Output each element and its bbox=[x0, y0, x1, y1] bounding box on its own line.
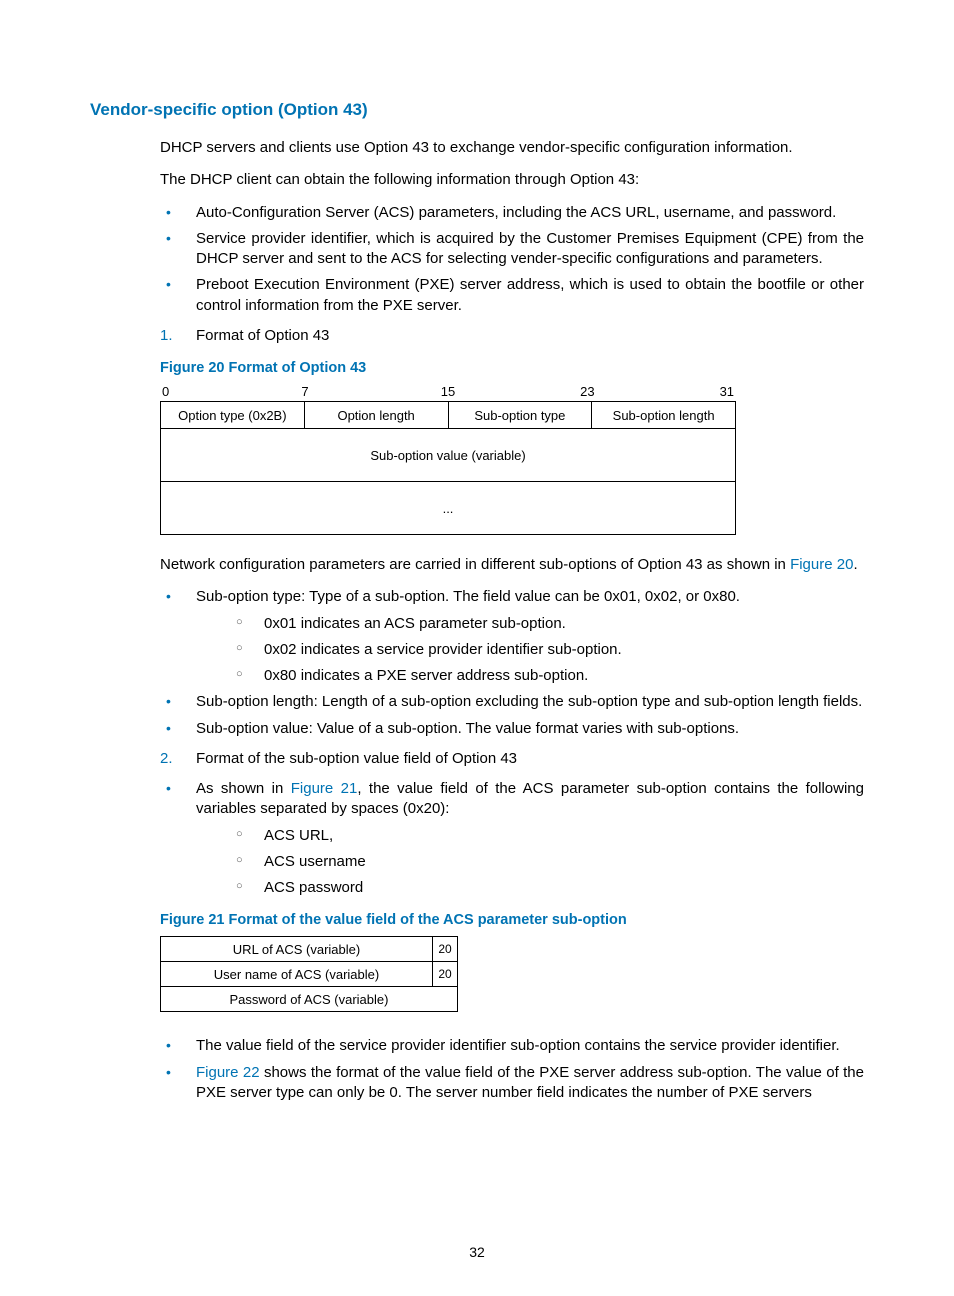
list-item: As shown in Figure 21, the value field o… bbox=[160, 779, 864, 898]
text-run: As shown in bbox=[196, 780, 291, 797]
bullet-list: As shown in Figure 21, the value field o… bbox=[160, 779, 864, 898]
list-text: Format of Option 43 bbox=[196, 327, 329, 344]
numbered-list: 1. Format of Option 43 bbox=[160, 326, 864, 346]
list-item: 0x02 indicates a service provider identi… bbox=[232, 640, 864, 660]
scale-tick: 31 bbox=[720, 384, 734, 399]
packet-row: User name of ACS (variable) 20 bbox=[161, 962, 457, 987]
packet-cell: Password of ACS (variable) bbox=[161, 987, 457, 1011]
section-heading: Vendor-specific option (Option 43) bbox=[90, 100, 864, 120]
packet-row: Password of ACS (variable) bbox=[161, 987, 457, 1011]
list-item: Sub-option type: Type of a sub-option. T… bbox=[160, 587, 864, 686]
packet-cell: 20 bbox=[432, 962, 457, 986]
numbered-list: 2. Format of the sub-option value field … bbox=[160, 749, 864, 769]
list-item: ACS password bbox=[232, 878, 864, 898]
packet-cell: Option length bbox=[305, 402, 449, 428]
figure-link[interactable]: Figure 20 bbox=[790, 556, 853, 573]
list-item: 1. Format of Option 43 bbox=[160, 326, 864, 346]
list-number: 2. bbox=[160, 749, 173, 769]
list-item: 0x01 indicates an ACS parameter sub-opti… bbox=[232, 614, 864, 634]
page-number: 32 bbox=[0, 1244, 954, 1260]
text-run: Network configuration parameters are car… bbox=[160, 556, 790, 573]
scale-tick: 15 bbox=[441, 384, 580, 399]
packet-cell: Option type (0x2B) bbox=[161, 402, 305, 428]
packet-cell: ... bbox=[161, 481, 735, 534]
packet-cell: Sub-option length bbox=[592, 402, 735, 428]
body-content: DHCP servers and clients use Option 43 t… bbox=[160, 138, 864, 1103]
packet-box: Option type (0x2B) Option length Sub-opt… bbox=[160, 401, 736, 535]
figure-caption: Figure 20 Format of Option 43 bbox=[160, 360, 864, 376]
list-item: Figure 22 shows the format of the value … bbox=[160, 1063, 864, 1104]
paragraph: DHCP servers and clients use Option 43 t… bbox=[160, 138, 864, 158]
scale-tick: 23 bbox=[580, 384, 719, 399]
list-item: Preboot Execution Environment (PXE) serv… bbox=[160, 275, 864, 316]
packet-cell: User name of ACS (variable) bbox=[161, 962, 432, 986]
list-item: 2. Format of the sub-option value field … bbox=[160, 749, 864, 769]
list-item: Sub-option length: Length of a sub-optio… bbox=[160, 692, 864, 712]
list-item: Sub-option value: Value of a sub-option.… bbox=[160, 719, 864, 739]
packet-cell: Sub-option type bbox=[449, 402, 593, 428]
figure-link[interactable]: Figure 21 bbox=[291, 780, 358, 797]
paragraph: Network configuration parameters are car… bbox=[160, 555, 864, 575]
packet-row: Option type (0x2B) Option length Sub-opt… bbox=[161, 402, 735, 428]
list-item: ACS username bbox=[232, 852, 864, 872]
bullet-list: Sub-option type: Type of a sub-option. T… bbox=[160, 587, 864, 739]
sub-list: 0x01 indicates an ACS parameter sub-opti… bbox=[232, 614, 864, 687]
list-item: 0x80 indicates a PXE server address sub-… bbox=[232, 666, 864, 686]
figure-link[interactable]: Figure 22 bbox=[196, 1064, 260, 1081]
bullet-list: Auto-Configuration Server (ACS) paramete… bbox=[160, 203, 864, 316]
packet-row: URL of ACS (variable) 20 bbox=[161, 937, 457, 962]
scale-tick: 7 bbox=[301, 384, 440, 399]
scale-tick: 0 bbox=[162, 384, 301, 399]
text-run: . bbox=[853, 556, 857, 573]
packet-cell: URL of ACS (variable) bbox=[161, 937, 432, 961]
packet-cell: Sub-option value (variable) bbox=[161, 428, 735, 481]
figure-20-diagram: 0 7 15 23 31 Option type (0x2B) Option l… bbox=[160, 384, 736, 535]
list-text: Sub-option type: Type of a sub-option. T… bbox=[196, 588, 740, 605]
list-item: Service provider identifier, which is ac… bbox=[160, 229, 864, 270]
list-item: ACS URL, bbox=[232, 826, 864, 846]
paragraph: The DHCP client can obtain the following… bbox=[160, 170, 864, 190]
sub-list: ACS URL, ACS username ACS password bbox=[232, 826, 864, 899]
list-number: 1. bbox=[160, 326, 173, 346]
figure-21-diagram: URL of ACS (variable) 20 User name of AC… bbox=[160, 936, 458, 1012]
list-item: The value field of the service provider … bbox=[160, 1036, 864, 1056]
figure-caption: Figure 21 Format of the value field of t… bbox=[160, 912, 864, 928]
packet-cell: 20 bbox=[432, 937, 457, 961]
packet-box: URL of ACS (variable) 20 User name of AC… bbox=[160, 936, 458, 1012]
bullet-list: The value field of the service provider … bbox=[160, 1036, 864, 1103]
list-item: Auto-Configuration Server (ACS) paramete… bbox=[160, 203, 864, 223]
text-run: shows the format of the value field of t… bbox=[196, 1064, 864, 1101]
bit-scale: 0 7 15 23 31 bbox=[160, 384, 736, 399]
page: Vendor-specific option (Option 43) DHCP … bbox=[0, 0, 954, 1296]
list-text: Format of the sub-option value field of … bbox=[196, 750, 517, 767]
